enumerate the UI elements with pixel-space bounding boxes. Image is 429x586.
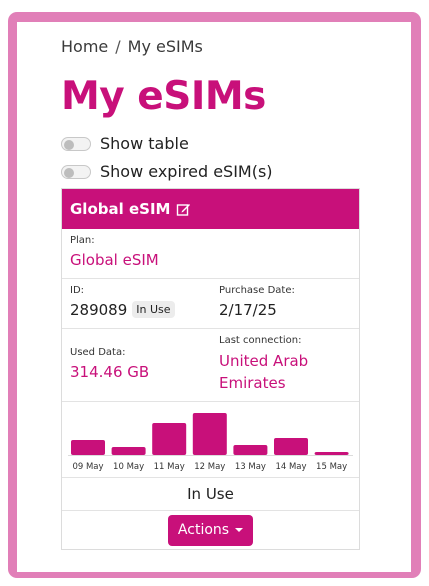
show-table-toggle[interactable] xyxy=(61,136,91,151)
used-data-label: Used Data: xyxy=(70,347,126,358)
chart-bar xyxy=(71,440,105,455)
purchase-value: 2/17/25 xyxy=(219,301,277,319)
chart-x-tick-label: 12 May xyxy=(194,462,225,472)
actions-row: Actions xyxy=(62,511,359,549)
card-title: Global eSIM xyxy=(70,200,171,218)
data-row: Used Data: 314.46 GB Last connection: Un… xyxy=(62,329,359,402)
chart-x-tick-label: 09 May xyxy=(72,462,103,472)
purchase-label: Purchase Date: xyxy=(219,285,295,296)
chart-bar xyxy=(152,423,187,455)
usage-chart-row: 09 May 10 May 11 May 12 May 13 May 14 May 15 M… xyxy=(62,402,359,478)
chart-bar xyxy=(111,447,146,455)
chart-x-tick-label: 15 May xyxy=(316,462,347,472)
breadcrumb: Home / My eSIMs xyxy=(61,37,203,56)
chart-x-tick-label: 10 May xyxy=(113,462,144,472)
id-row: ID: 289089 In Use Purchase Date: 2/17/25 xyxy=(62,279,359,329)
show-table-label: Show table xyxy=(100,134,189,153)
purchase-cell: Purchase Date: 2/17/25 xyxy=(219,285,295,319)
show-expired-toggle[interactable] xyxy=(61,164,91,179)
plan-value: Global eSIM xyxy=(70,251,159,269)
page-title: My eSIMs xyxy=(61,74,266,119)
used-data-cell: Used Data: 314.46 GB xyxy=(70,347,149,381)
show-expired-label: Show expired eSIM(s) xyxy=(100,162,273,181)
usage-bar-chart: 09 May 10 May 11 May 12 May 13 May 14 May 15 M… xyxy=(68,413,353,472)
show-expired-toggle-row[interactable]: Show expired eSIM(s) xyxy=(61,162,273,181)
status-row: In Use xyxy=(62,478,359,511)
esim-card: Global eSIM Plan: Global eSIM ID: 289089… xyxy=(61,188,360,550)
chart-bar xyxy=(192,413,227,455)
show-table-toggle-row[interactable]: Show table xyxy=(61,134,189,153)
status-text: In Use xyxy=(187,485,234,503)
status-badge: In Use xyxy=(132,301,175,318)
last-connection-value-line1: United Arab xyxy=(219,352,309,370)
id-cell: ID: 289089 In Use xyxy=(70,285,175,319)
last-connection-cell: Last connection: United Arab Emirates xyxy=(219,335,308,394)
chart-x-tick-label: 13 May xyxy=(235,462,266,472)
breadcrumb-home-link[interactable]: Home xyxy=(61,37,108,56)
last-connection-value-line2: Emirates xyxy=(219,374,286,392)
chart-bar xyxy=(274,438,308,455)
edit-icon[interactable] xyxy=(176,202,191,217)
actions-label: Actions xyxy=(177,522,230,538)
breadcrumb-current: My eSIMs xyxy=(127,37,203,56)
card-header: Global eSIM xyxy=(62,189,359,229)
actions-dropdown-button[interactable]: Actions xyxy=(168,514,253,546)
plan-label: Plan: xyxy=(70,235,95,246)
id-label: ID: xyxy=(70,285,85,296)
chart-x-tick-label: 14 May xyxy=(275,462,306,472)
chart-x-tick-label: 11 May xyxy=(154,462,185,472)
plan-row: Plan: Global eSIM xyxy=(62,229,359,279)
last-connection-label: Last connection: xyxy=(219,335,302,346)
id-value: 289089 xyxy=(70,301,128,319)
chart-bar xyxy=(314,452,349,455)
used-data-value: 314.46 GB xyxy=(70,363,150,381)
breadcrumb-separator: / xyxy=(115,37,121,56)
caret-down-icon xyxy=(235,528,244,532)
chart-bar xyxy=(233,445,268,455)
